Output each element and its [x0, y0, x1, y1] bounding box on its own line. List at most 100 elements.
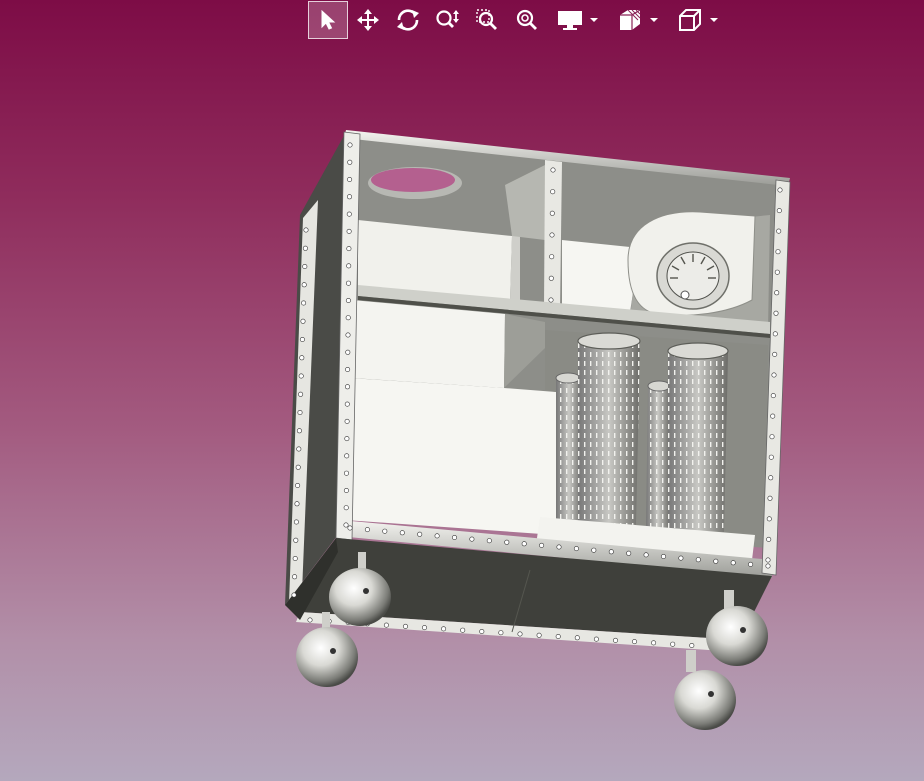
rivet [417, 531, 423, 537]
top-duct-opening [371, 168, 455, 192]
rivet [302, 245, 308, 251]
rivet [296, 428, 302, 434]
rivet [776, 228, 782, 234]
rivet [768, 454, 774, 460]
rivet [689, 642, 695, 648]
lower-left-box [345, 378, 556, 535]
rivet [307, 617, 313, 623]
rivet [550, 167, 556, 173]
rivet [343, 470, 349, 476]
rivet [296, 446, 302, 452]
rivet [536, 632, 542, 638]
rivet [298, 373, 304, 379]
rivet [626, 550, 632, 556]
rivet [345, 366, 351, 372]
rivet [549, 210, 555, 216]
rivet [713, 558, 719, 564]
rivet [539, 542, 545, 548]
rivet [766, 516, 772, 522]
rivet [556, 544, 562, 550]
rivet [302, 263, 308, 269]
rivet [345, 280, 351, 286]
rivet [771, 372, 777, 378]
rivet [441, 626, 447, 632]
rivet [347, 142, 353, 148]
rivet [574, 635, 580, 641]
rivet [344, 436, 350, 442]
rivet [774, 269, 780, 275]
rivet [346, 246, 352, 252]
rivet [293, 519, 299, 525]
rivet [421, 625, 427, 631]
rivet [344, 418, 350, 424]
rivet [773, 310, 779, 316]
rivet [347, 177, 353, 183]
rivet [631, 639, 637, 645]
rivet [343, 487, 349, 493]
rivet [593, 636, 599, 642]
rivet [383, 622, 389, 628]
rivet [343, 522, 349, 528]
3d-viewport[interactable] [0, 0, 924, 781]
rivet [772, 351, 778, 357]
rivet [651, 640, 657, 646]
rivet [608, 549, 614, 555]
rivet [549, 254, 555, 260]
rivet [678, 555, 684, 561]
rivet [299, 355, 305, 361]
rivet [297, 409, 303, 415]
rivet [344, 453, 350, 459]
rivet [770, 413, 776, 419]
rivet [521, 541, 527, 547]
rivet [399, 530, 405, 536]
rivet [291, 592, 297, 598]
rivet [591, 547, 597, 553]
rivet [347, 159, 353, 165]
rivet [769, 434, 775, 440]
rivet [776, 208, 782, 214]
rivet [767, 495, 773, 501]
rivet [548, 297, 554, 303]
rivet [434, 533, 440, 539]
rivet [573, 546, 579, 552]
rivet [346, 228, 352, 234]
rivet [486, 538, 492, 544]
rivet [294, 501, 300, 507]
rivet [345, 332, 351, 338]
rivet [292, 555, 298, 561]
rivet [766, 536, 772, 542]
rivet [298, 391, 304, 397]
rivet [555, 633, 561, 639]
rivet [548, 275, 554, 281]
rivet [343, 505, 349, 511]
rivet [730, 560, 736, 566]
rivet [765, 563, 771, 569]
rivet [300, 318, 306, 324]
rivet [364, 527, 370, 533]
rivet [292, 574, 298, 580]
rivet [765, 557, 771, 563]
rivet [695, 557, 701, 563]
rivet [299, 336, 305, 342]
rivet [479, 628, 485, 634]
rivet [344, 401, 350, 407]
rivet [517, 631, 523, 637]
rivet [402, 623, 408, 629]
rivet [346, 211, 352, 217]
rivet [774, 290, 780, 296]
rivet [460, 627, 466, 633]
rivet [382, 528, 388, 534]
rivet [643, 552, 649, 558]
rivet [670, 641, 676, 647]
rivet [301, 300, 307, 306]
rivet [303, 227, 309, 233]
rivet [344, 384, 350, 390]
rivet [345, 297, 351, 303]
rivet [295, 482, 301, 488]
rivet [345, 315, 351, 321]
rivet [549, 232, 555, 238]
cabinet-model[interactable] [0, 0, 924, 781]
rivet [345, 349, 351, 355]
rivet [777, 187, 783, 193]
rivet [295, 464, 301, 470]
